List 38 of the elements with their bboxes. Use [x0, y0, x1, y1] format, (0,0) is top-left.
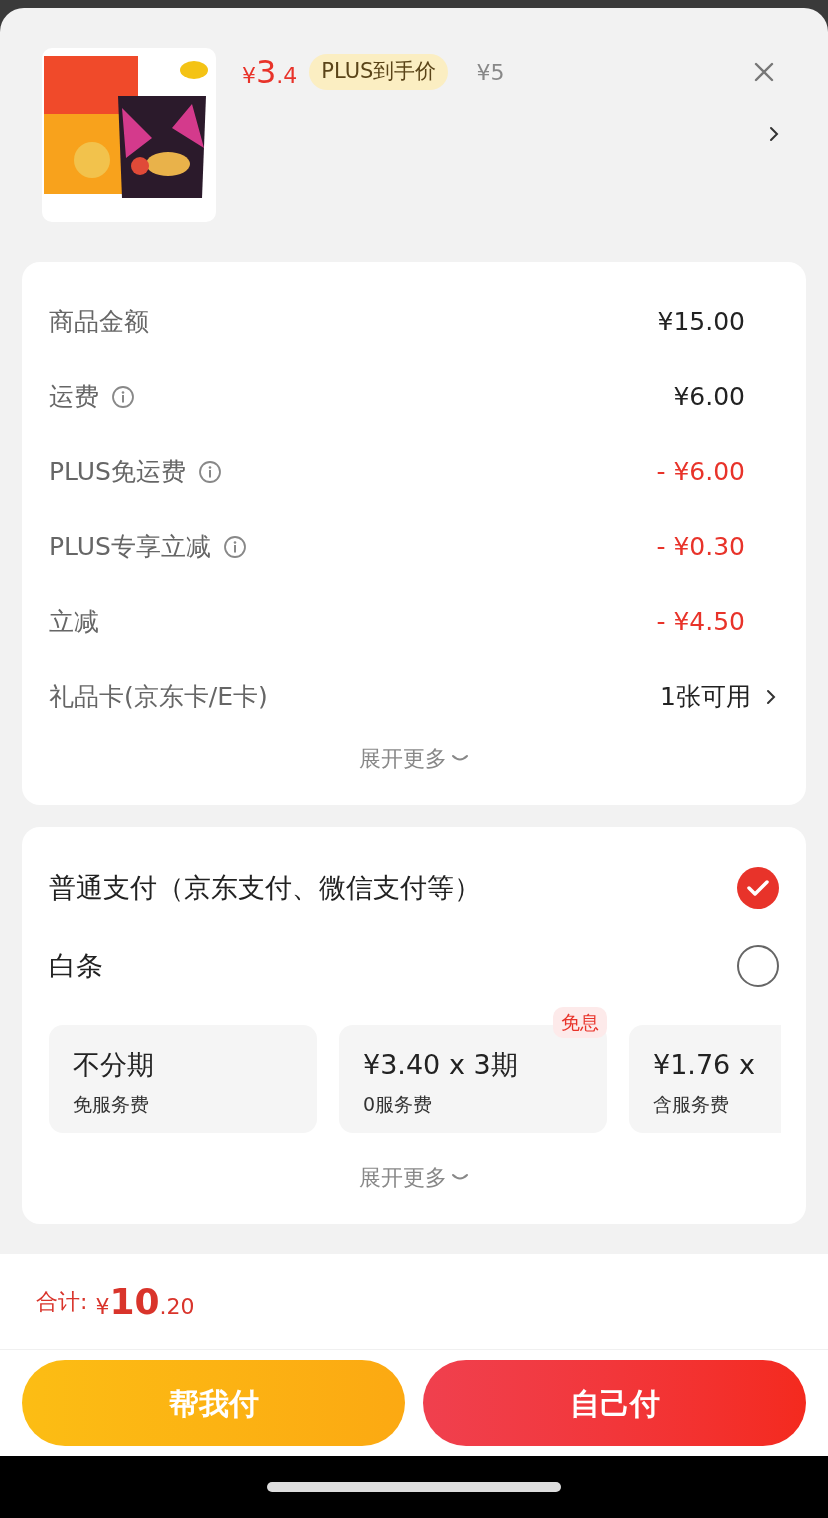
- fee-label: 礼品卡(京东卡/E卡): [49, 680, 268, 713]
- total-amount: ¥10.20: [95, 1279, 195, 1324]
- original-price: ¥5: [476, 58, 505, 87]
- price: ¥3.4: [242, 52, 298, 93]
- check-icon: [747, 879, 769, 897]
- payment-option-label[interactable]: 白条: [49, 945, 103, 987]
- fee-value: - ¥4.50: [656, 605, 745, 638]
- expand-more-button[interactable]: 展开更多: [359, 1161, 469, 1194]
- close-icon: [754, 62, 774, 82]
- installment-title: ¥1.76 x: [653, 1048, 756, 1082]
- info-icon[interactable]: [197, 459, 222, 484]
- installment-option[interactable]: ¥1.76 x 含服务费: [629, 1025, 781, 1133]
- pay-myself-button[interactable]: 自己付: [423, 1360, 806, 1446]
- fee-label: PLUS免运费: [49, 455, 186, 488]
- info-icon[interactable]: [222, 534, 247, 559]
- fee-value: ¥6.00: [673, 380, 745, 413]
- plus-price-badge: PLUS到手价: [309, 54, 449, 90]
- radio-button[interactable]: [737, 945, 779, 987]
- installment-subtitle: 含服务费: [653, 1091, 730, 1117]
- installment-subtitle: 免服务费: [73, 1091, 150, 1117]
- radio-button[interactable]: [737, 867, 779, 909]
- fee-value: - ¥0.30: [656, 530, 745, 563]
- installment-subtitle: 0服务费: [363, 1091, 434, 1117]
- fee-value: ¥15.00: [657, 305, 745, 338]
- fee-value: - ¥6.00: [656, 455, 745, 488]
- fee-value[interactable]: 1张可用: [660, 677, 751, 716]
- payment-option-label[interactable]: 普通支付（京东支付、微信支付等）: [49, 867, 481, 909]
- total-label: 合计:: [36, 1288, 88, 1316]
- expand-more-button[interactable]: 展开更多: [359, 742, 469, 775]
- installment-option[interactable]: 不分期 免服务费: [49, 1025, 317, 1133]
- fee-label: 运费: [49, 380, 99, 413]
- fee-label: 立减: [49, 605, 99, 638]
- info-icon[interactable]: [111, 384, 135, 409]
- interest-free-badge: 免息: [553, 1007, 607, 1038]
- fee-label: 商品金额: [49, 305, 149, 338]
- fee-label: PLUS专享立减: [49, 530, 211, 563]
- installment-title: ¥3.40 x 3期: [363, 1048, 519, 1082]
- installment-title: 不分期: [73, 1048, 155, 1082]
